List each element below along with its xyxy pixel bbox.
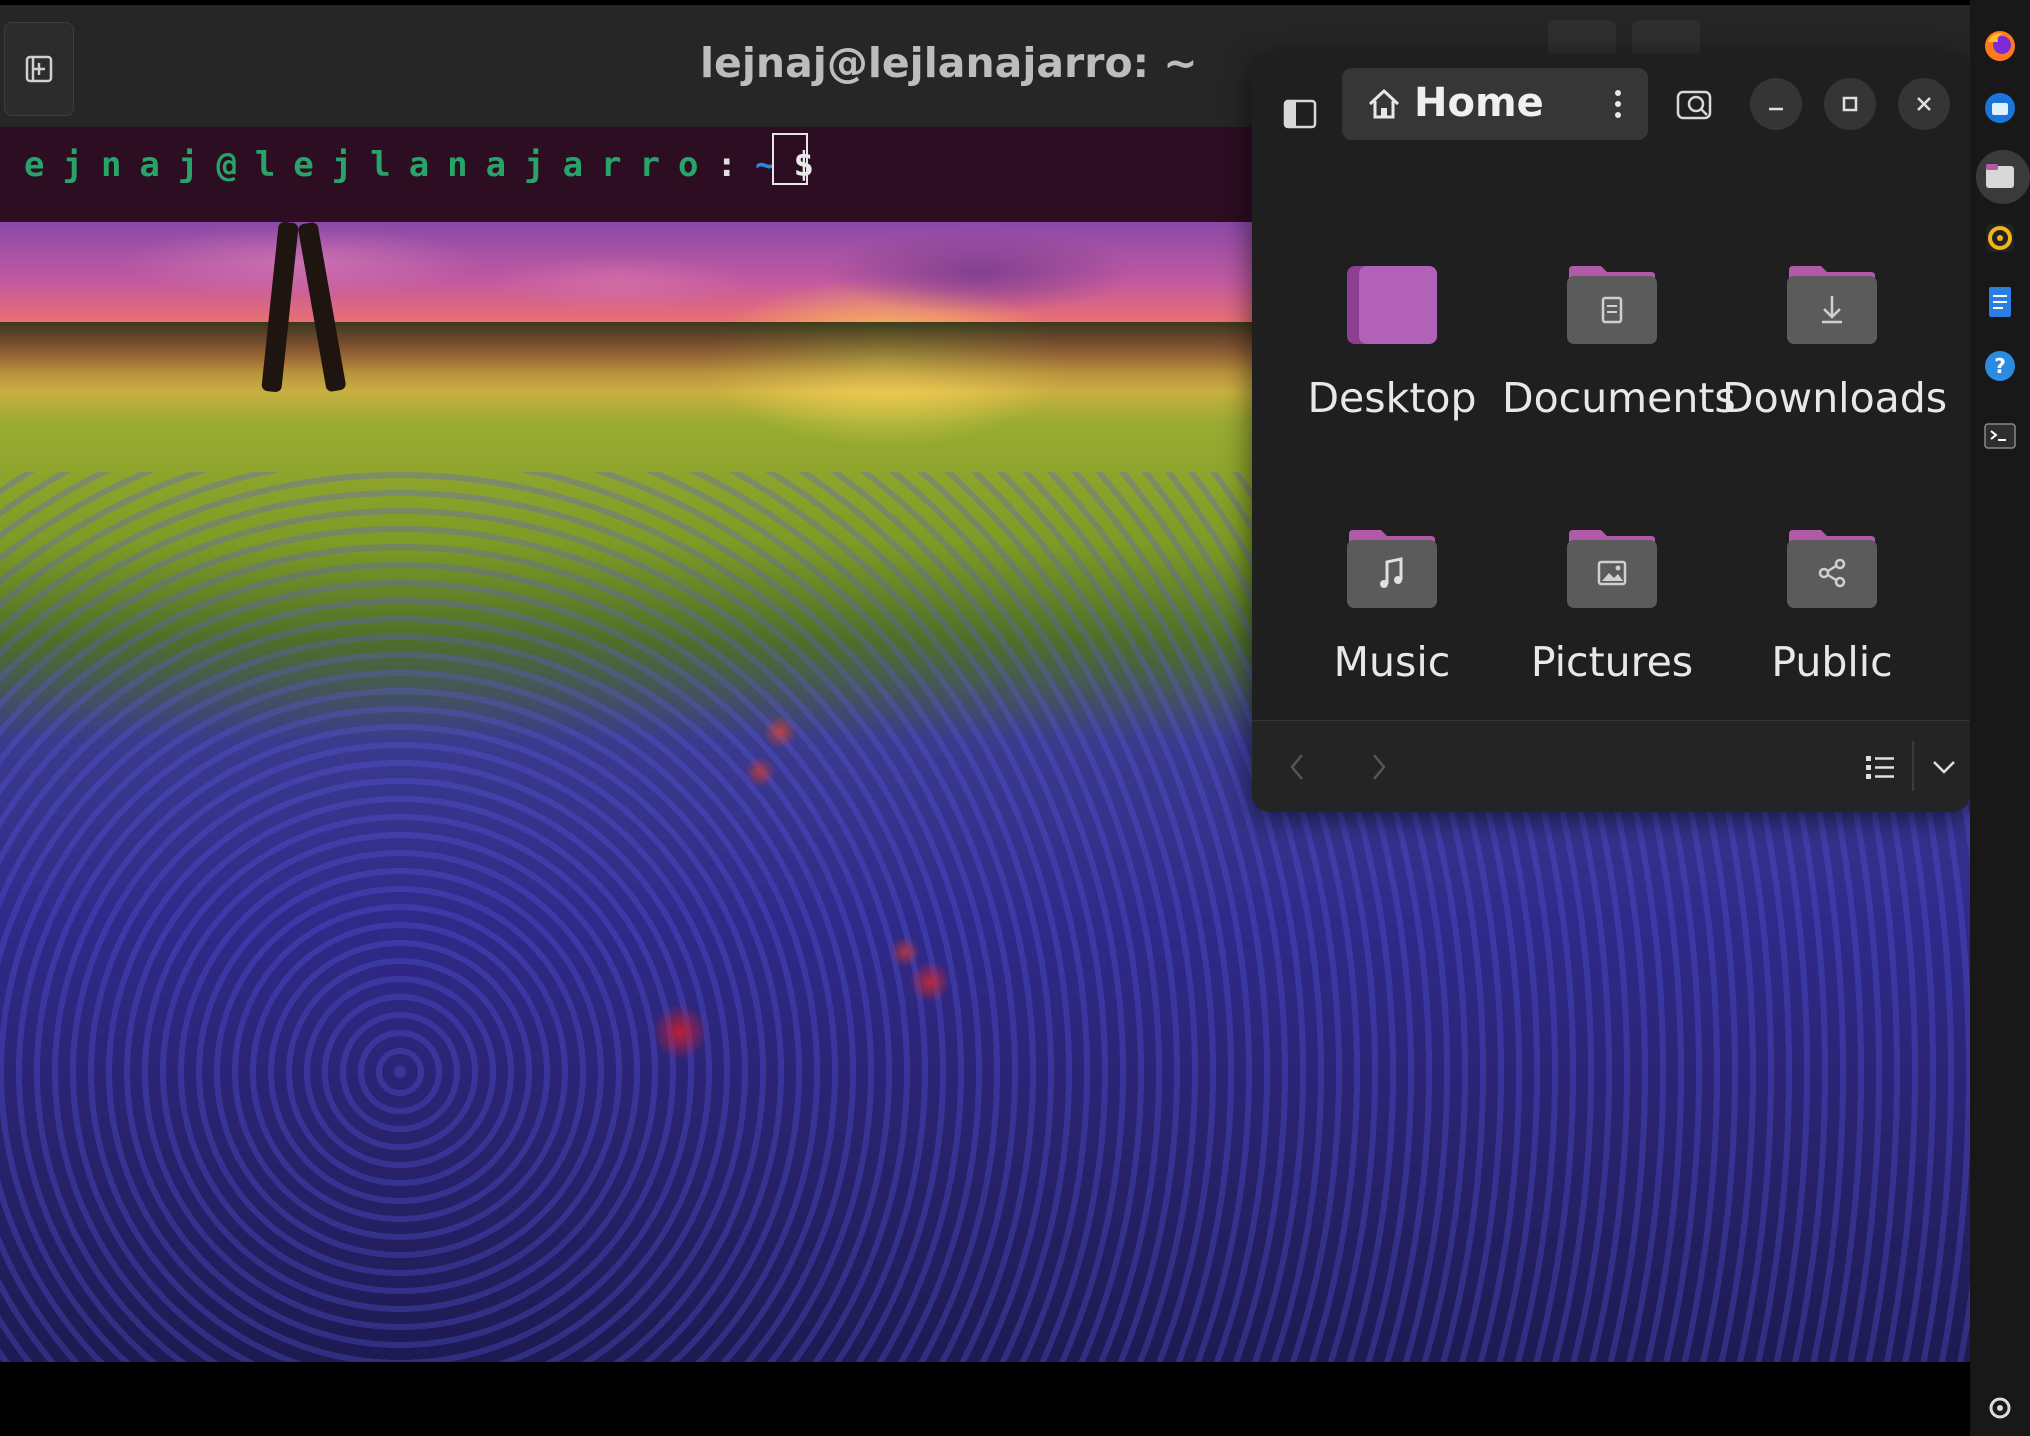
prompt-colon: : xyxy=(716,145,755,185)
downloads-folder-icon xyxy=(1787,266,1877,344)
help-icon: ? xyxy=(1985,351,2015,381)
folder-label: Documents xyxy=(1502,374,1736,422)
home-icon xyxy=(1368,89,1400,119)
public-folder-icon xyxy=(1787,530,1877,608)
firefox-icon xyxy=(1985,31,2015,61)
file-grid[interactable]: Desktop Documents Downloads Music Pictur… xyxy=(1252,154,1970,720)
shell-prompt: ejnaj@lejlanajarro:~$ xyxy=(24,145,832,185)
svg-text:?: ? xyxy=(1994,354,2006,378)
sidebar-icon xyxy=(1283,99,1317,129)
back-icon[interactable] xyxy=(1282,749,1312,785)
terminal-icon xyxy=(1984,423,2016,449)
folder-label: Public xyxy=(1771,638,1893,686)
folder-pictures[interactable]: Pictures xyxy=(1502,528,1722,692)
dock-thunderbird[interactable] xyxy=(1980,88,2020,128)
close-icon xyxy=(1917,97,1931,111)
search-icon[interactable] xyxy=(1674,84,1716,126)
file-manager-headerbar: Home xyxy=(1252,54,1970,154)
folder-downloads[interactable]: Downloads xyxy=(1722,264,1948,428)
writer-icon xyxy=(1989,287,2011,317)
close-button[interactable] xyxy=(1898,78,1950,130)
list-view-icon[interactable] xyxy=(1862,749,1898,785)
kebab-menu-icon[interactable] xyxy=(1606,86,1630,122)
dock-rhythmbox[interactable] xyxy=(1980,218,2020,258)
rhythmbox-icon xyxy=(1986,224,2014,252)
terminal-cursor xyxy=(772,133,808,185)
music-folder-icon xyxy=(1347,530,1437,608)
file-manager-window[interactable]: Home Desktop Documents Downloads Music P… xyxy=(1252,54,1970,812)
files-icon xyxy=(1986,164,2014,188)
prompt-user-host: ejnaj@lejlanajarro xyxy=(24,145,717,185)
maximize-icon xyxy=(1842,96,1858,112)
dock-files[interactable] xyxy=(1980,156,2020,196)
desktop-folder-icon xyxy=(1347,266,1437,344)
folder-desktop[interactable]: Desktop xyxy=(1282,264,1502,428)
folder-public[interactable]: Public xyxy=(1722,528,1942,692)
pictures-folder-icon xyxy=(1567,530,1657,608)
new-tab-button[interactable] xyxy=(4,22,74,116)
dock-settings[interactable] xyxy=(1980,1388,2020,1428)
documents-folder-icon xyxy=(1567,266,1657,344)
terminal-title: lejnaj@lejlanajarro: ~ xyxy=(700,39,1198,87)
minimize-button[interactable] xyxy=(1750,78,1802,130)
file-manager-footer xyxy=(1252,720,1970,812)
folder-music[interactable]: Music xyxy=(1282,528,1502,692)
dock-help[interactable]: ? xyxy=(1980,346,2020,386)
location-bar[interactable]: Home xyxy=(1342,68,1648,140)
view-separator xyxy=(1912,741,1914,791)
maximize-button[interactable] xyxy=(1824,78,1876,130)
folder-label: Music xyxy=(1333,638,1451,686)
minimize-icon xyxy=(1769,107,1783,111)
bottom-panel xyxy=(0,1362,1970,1436)
dock-writer[interactable] xyxy=(1980,282,2020,322)
location-label: Home xyxy=(1414,80,1544,126)
new-tab-icon xyxy=(25,55,53,83)
dock: ? xyxy=(1970,0,2030,1436)
folder-documents[interactable]: Documents xyxy=(1502,264,1736,428)
forward-icon[interactable] xyxy=(1364,749,1394,785)
folder-label: Downloads xyxy=(1722,374,1948,422)
folder-label: Pictures xyxy=(1530,638,1694,686)
dock-firefox[interactable] xyxy=(1980,26,2020,66)
settings-icon xyxy=(1989,1397,2011,1419)
thunderbird-icon xyxy=(1985,93,2015,123)
chevron-down-icon[interactable] xyxy=(1926,749,1962,785)
folder-label: Desktop xyxy=(1307,374,1477,422)
dock-terminal[interactable] xyxy=(1980,416,2020,456)
toggle-sidebar-button[interactable] xyxy=(1276,90,1324,138)
